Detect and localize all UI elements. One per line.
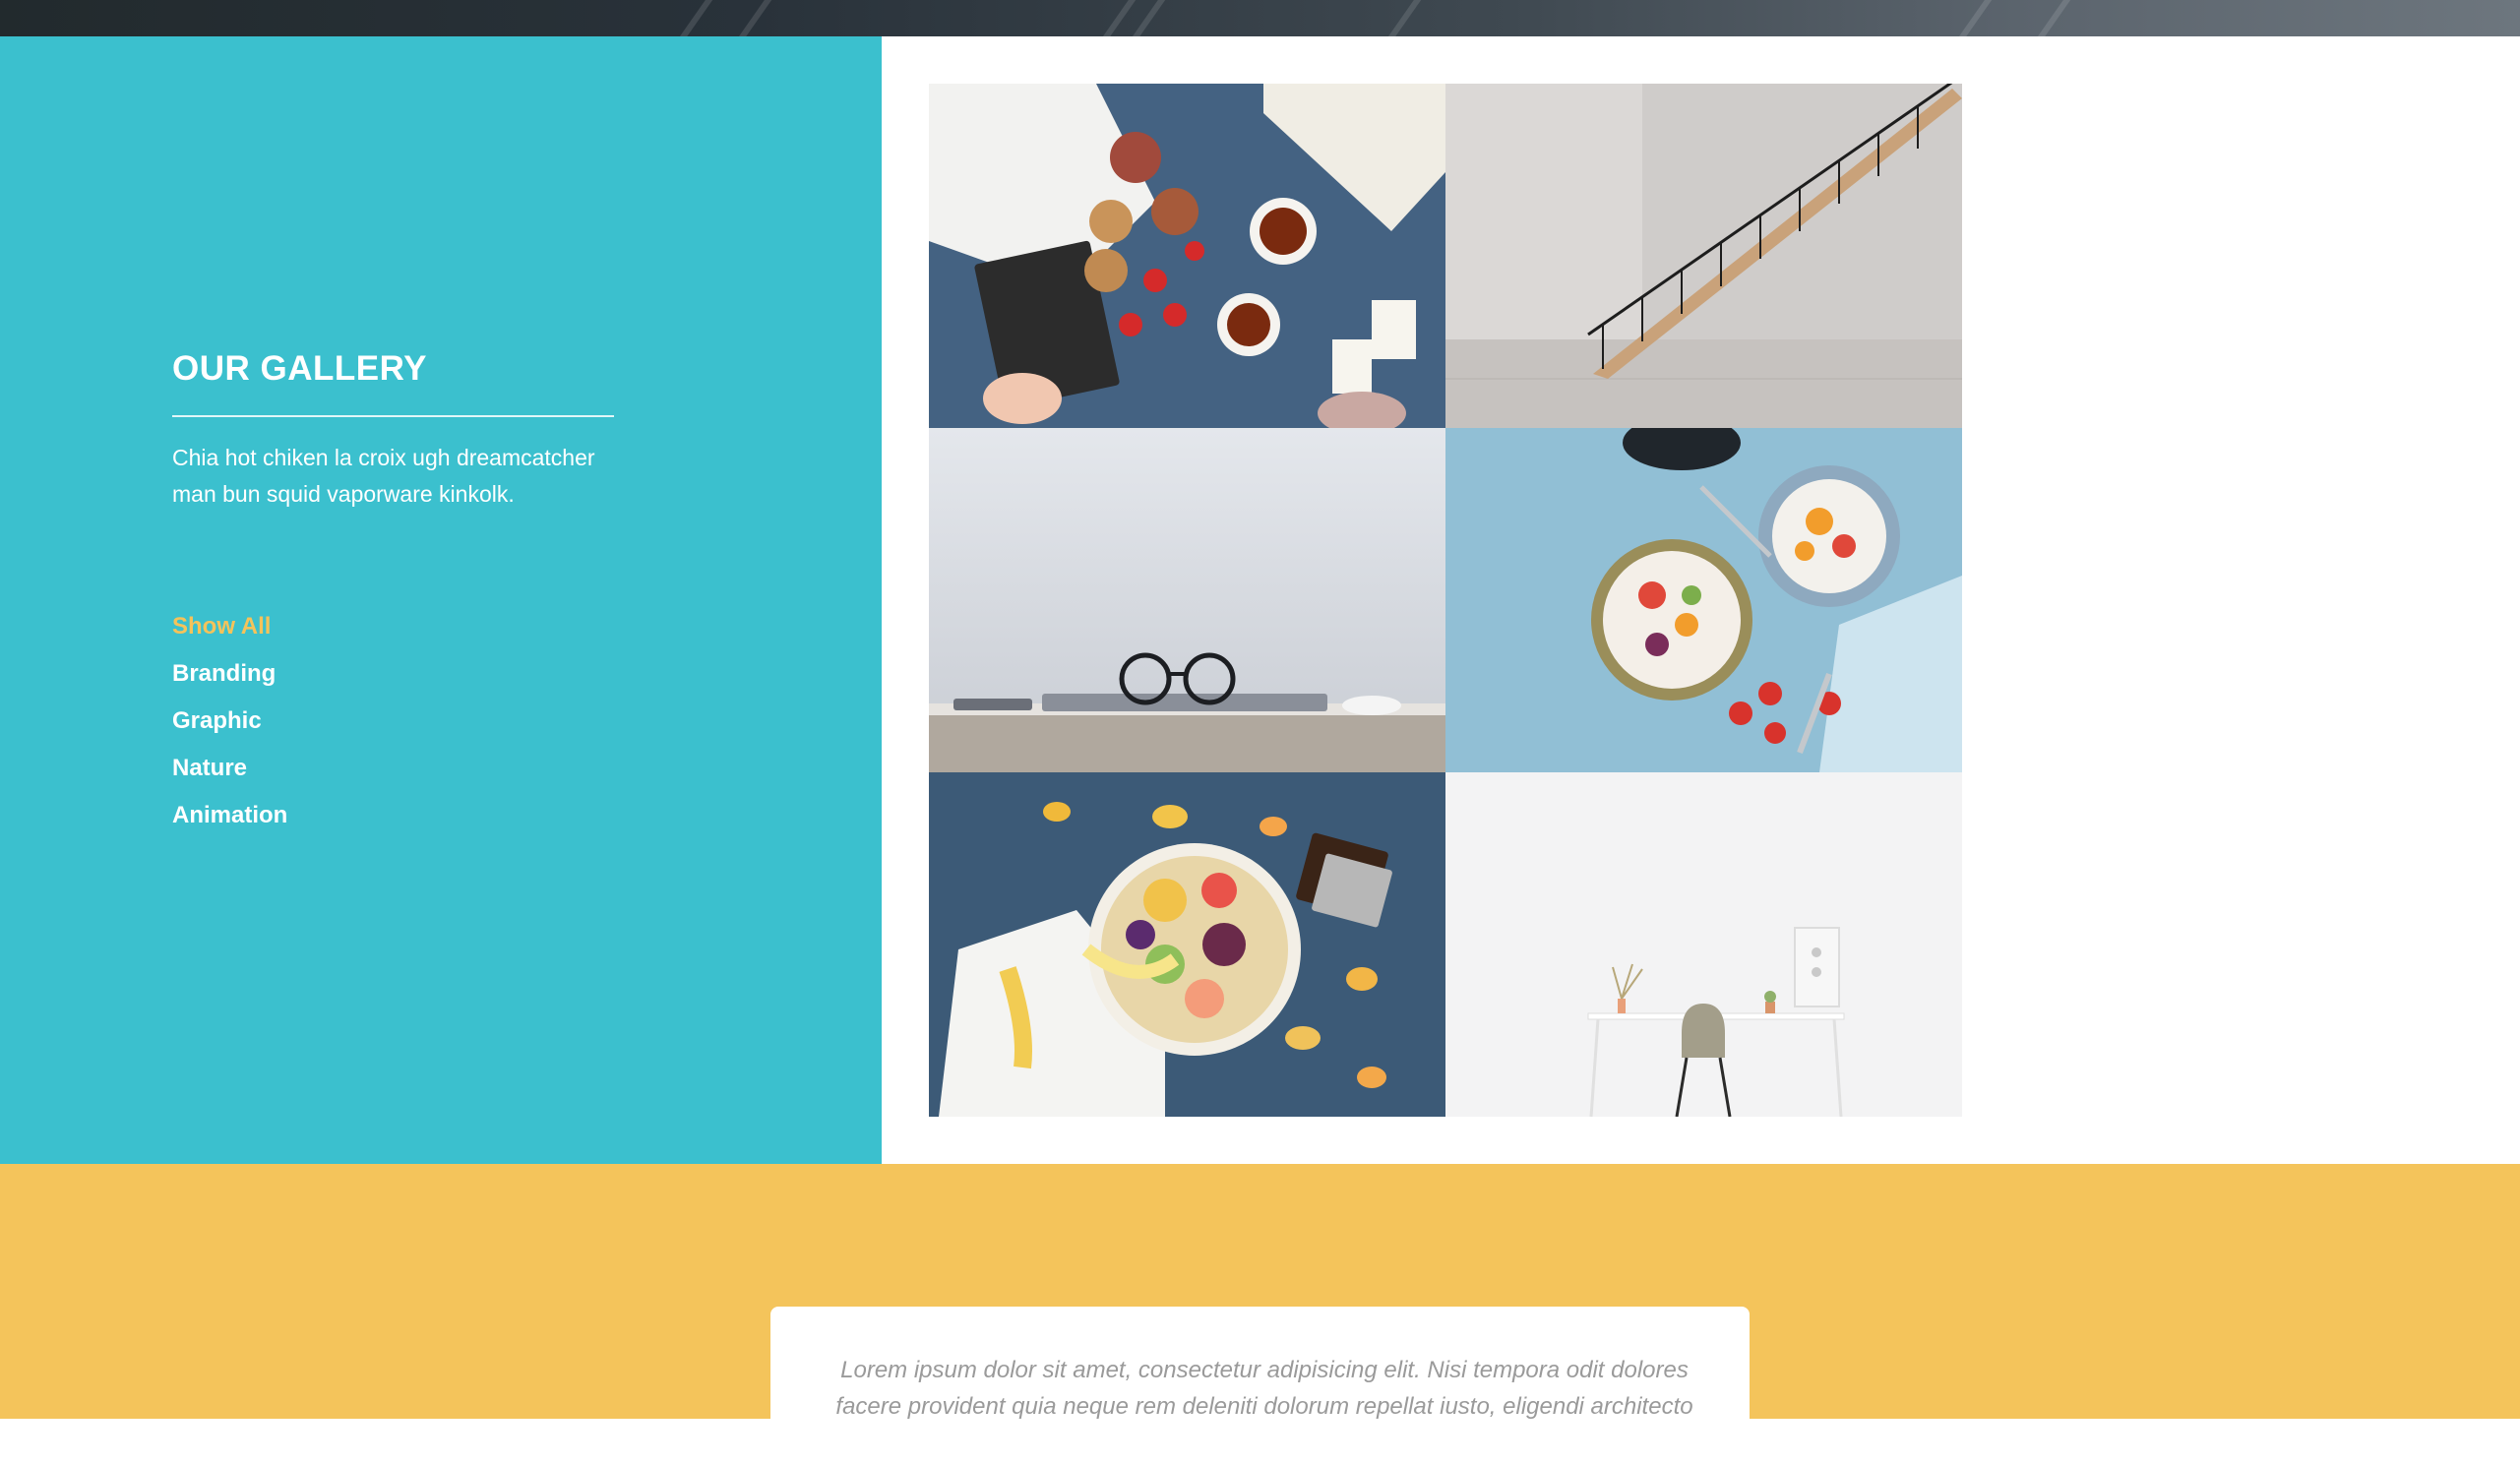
filter-show-all[interactable]: Show All — [172, 603, 287, 650]
gallery-image-staircase[interactable] — [1445, 84, 1962, 428]
gallery-image-breakfast-flatlay[interactable] — [929, 84, 1445, 428]
gallery-section: OUR GALLERY Chia hot chiken la croix ugh… — [0, 36, 2520, 1164]
filter-branding[interactable]: Branding — [172, 650, 287, 698]
gallery-image-fruit-bowls[interactable] — [1445, 428, 1962, 772]
gallery-image-white-desk[interactable] — [1445, 772, 1962, 1117]
gallery-image-fruit-platter[interactable] — [929, 772, 1445, 1117]
filter-graphic[interactable]: Graphic — [172, 698, 287, 745]
gallery-title: OUR GALLERY — [172, 349, 427, 388]
testimonial-section: Lorem ipsum dolor sit amet, consectetur … — [0, 1164, 2520, 1464]
hero-image-strip — [0, 0, 2520, 36]
gallery-description: Chia hot chiken la croix ugh dreamcatche… — [172, 445, 595, 507]
gallery-filter-list: Show All Branding Graphic Nature Animati… — [172, 603, 287, 839]
testimonial-card: Lorem ipsum dolor sit amet, consectetur … — [770, 1307, 1750, 1464]
filter-animation[interactable]: Animation — [172, 792, 287, 839]
gallery-sidebar: OUR GALLERY Chia hot chiken la croix ugh… — [0, 36, 882, 1164]
gallery-grid — [929, 84, 1962, 1117]
testimonial-text: Lorem ipsum dolor sit amet, consectetur … — [835, 1357, 1693, 1420]
filter-nature[interactable]: Nature — [172, 745, 287, 792]
title-divider — [172, 415, 614, 417]
gallery-image-glasses-laptop[interactable] — [929, 428, 1445, 772]
